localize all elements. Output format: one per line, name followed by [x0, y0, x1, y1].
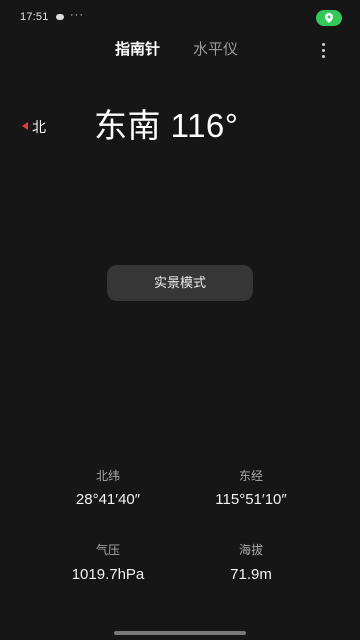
pressure-value: 1019.7hPa — [71, 566, 145, 583]
latitude-value: 28°41′40″ — [75, 491, 141, 508]
more-notifications-icon: ··· — [70, 9, 84, 21]
altitude-label: 海拔 — [238, 543, 264, 557]
altitude-value: 71.9m — [230, 566, 272, 583]
latitude-label: 北纬 — [95, 469, 121, 483]
status-time: 17:51 — [20, 11, 49, 23]
heading-readout: 东南 116° — [94, 107, 239, 144]
tab-level[interactable]: 水平仪 — [193, 41, 238, 59]
menu-dot — [322, 49, 325, 52]
north-label: 北 — [32, 119, 46, 135]
location-in-use-icon[interactable] — [316, 10, 342, 26]
longitude-label: 东经 — [238, 469, 264, 483]
pressure-label: 气压 — [95, 543, 121, 557]
menu-dot — [322, 55, 325, 58]
overflow-menu-button[interactable] — [316, 41, 330, 59]
mode-tabs: 指南针 水平仪 — [0, 41, 360, 61]
longitude-value: 115°51′10″ — [215, 491, 287, 508]
menu-dot — [322, 43, 325, 46]
status-bar: 17:51 ··· — [0, 0, 360, 36]
home-indicator[interactable] — [114, 631, 246, 635]
tab-compass[interactable]: 指南针 — [115, 41, 160, 59]
message-bubble-icon — [56, 14, 64, 20]
ar-mode-button[interactable]: 实景模式 — [107, 265, 253, 301]
north-arrow-icon — [22, 122, 28, 130]
map-pin-icon — [325, 13, 333, 23]
